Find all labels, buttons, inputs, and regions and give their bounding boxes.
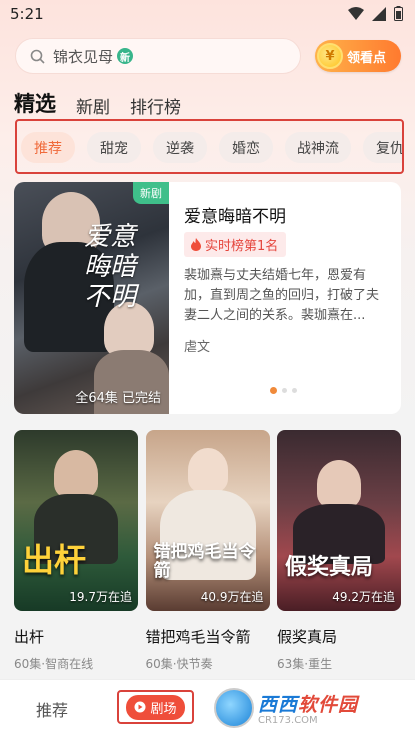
- chip-sweet-romance[interactable]: 甜宠: [87, 132, 141, 163]
- drama-poster[interactable]: 假奖真局 49.2万在追: [277, 430, 401, 611]
- drama-card[interactable]: 出杆 19.7万在追 出杆 60集·智商在线: [14, 430, 138, 672]
- featured-genre-tag: 虐文: [184, 340, 211, 355]
- drama-card[interactable]: 错把鸡毛当令箭 40.9万在追 错把鸡毛当令箭 60集·快节奏: [145, 430, 270, 672]
- featured-title[interactable]: 爱意晦暗不明: [184, 202, 286, 227]
- drama-meta: 60集·智商在线: [14, 657, 94, 671]
- watermark-main: 西西软件园: [258, 690, 358, 717]
- search-input[interactable]: 锦衣见母 新: [15, 38, 301, 74]
- rank-badge: 实时榜第1名: [184, 232, 287, 257]
- nav-theater-pill[interactable]: 剧场: [126, 694, 185, 720]
- new-badge: 新: [117, 48, 134, 64]
- chip-revenge[interactable]: 复仇: [363, 132, 402, 163]
- drama-poster-title-art: 出杆: [22, 541, 87, 579]
- tab-featured[interactable]: 精选: [14, 88, 56, 118]
- drama-poster-title-art: 假奖真局: [285, 554, 374, 580]
- chip-recommend[interactable]: 推荐: [21, 132, 75, 163]
- carousel-dot: [292, 388, 297, 393]
- flame-icon: [191, 238, 201, 251]
- watermark-logo: 西西软件园 CR173.COM: [214, 688, 396, 728]
- search-query-text: 锦衣见母: [53, 47, 114, 66]
- follower-count: 49.2万在追: [332, 590, 395, 604]
- featured-description: 裴珈熹与丈夫结婚七年，恩爱有加，直到周之鱼的回归，打破了夫妻二人之间的关系。裴珈…: [184, 268, 380, 323]
- status-time: 5:21: [10, 5, 44, 23]
- follower-count: 19.7万在追: [69, 590, 132, 604]
- drama-poster[interactable]: 错把鸡毛当令箭 40.9万在追: [145, 430, 270, 611]
- featured-poster[interactable]: 爱意晦暗不明 新剧 全64集 已完结: [14, 182, 169, 414]
- drama-meta: 60集·快节奏: [145, 657, 213, 671]
- category-chips: 推荐 甜宠 逆袭 婚恋 战神流 复仇: [21, 132, 402, 163]
- drama-title[interactable]: 出杆: [14, 626, 138, 647]
- chip-comeback[interactable]: 逆袭: [153, 132, 207, 163]
- drama-meta: 63集·重生: [277, 657, 333, 671]
- drama-title[interactable]: 错把鸡毛当令箭: [146, 626, 270, 647]
- drama-poster-title-art: 错把鸡毛当令箭: [153, 542, 256, 581]
- category-chips-highlight: 推荐 甜宠 逆袭 婚恋 战神流 复仇: [15, 119, 404, 174]
- status-icons: [348, 6, 403, 21]
- carousel-dots: [270, 387, 297, 394]
- nav-theater[interactable]: 剧场: [117, 690, 194, 724]
- play-icon: [134, 701, 146, 713]
- poster-face: [317, 460, 361, 508]
- chip-war-god[interactable]: 战神流: [285, 132, 351, 163]
- drama-card[interactable]: 假奖真局 49.2万在追 假奖真局 63集·重生: [277, 430, 401, 672]
- drama-title[interactable]: 假奖真局: [277, 626, 401, 647]
- carousel-dot: [282, 388, 287, 393]
- featured-drama-card[interactable]: 爱意晦暗不明 新剧 全64集 已完结 爱意晦暗不明 实时榜第1名 裴珈熹与丈夫结…: [14, 182, 401, 414]
- claim-points-button[interactable]: ¥ 领看点: [315, 40, 401, 72]
- chip-marriage[interactable]: 婚恋: [219, 132, 273, 163]
- watermark-main-a: 西西: [258, 694, 299, 716]
- coin-icon: ¥: [317, 43, 343, 69]
- status-bar: 5:21: [0, 0, 415, 28]
- new-drama-badge: 新剧: [133, 182, 169, 204]
- carousel-dot-active: [270, 387, 277, 394]
- nav-theater-label: 剧场: [150, 701, 177, 717]
- signal-icon: [372, 6, 386, 21]
- featured-poster-title-art: 爱意晦暗不明: [84, 222, 137, 312]
- claim-points-label: 领看点: [347, 50, 387, 66]
- tab-rankings[interactable]: 排行榜: [130, 93, 181, 118]
- bottom-nav: 推荐 剧场 西西软件园 CR173.COM: [0, 679, 415, 738]
- drama-grid: 出杆 19.7万在追 出杆 60集·智商在线 错把鸡毛当令箭 40.9万在追 错…: [14, 430, 401, 672]
- wifi-icon: [348, 6, 364, 20]
- search-icon: [30, 49, 45, 64]
- watermark-text: 西西软件园 CR173.COM: [258, 690, 358, 726]
- tab-new-dramas[interactable]: 新剧: [76, 93, 110, 118]
- watermark-main-b: 软件园: [298, 694, 359, 716]
- drama-poster[interactable]: 出杆 19.7万在追: [14, 430, 138, 611]
- main-tabs: 精选 新剧 排行榜: [14, 88, 181, 118]
- watermark-globe-icon: [214, 688, 254, 728]
- rank-label: 实时榜第1名: [205, 239, 279, 254]
- poster-face: [187, 448, 228, 492]
- episode-count-caption: 全64集 已完结: [75, 391, 161, 406]
- follower-count: 40.9万在追: [200, 590, 264, 604]
- nav-recommend[interactable]: 推荐: [36, 697, 68, 721]
- poster-face: [54, 450, 98, 498]
- battery-icon: [394, 6, 403, 21]
